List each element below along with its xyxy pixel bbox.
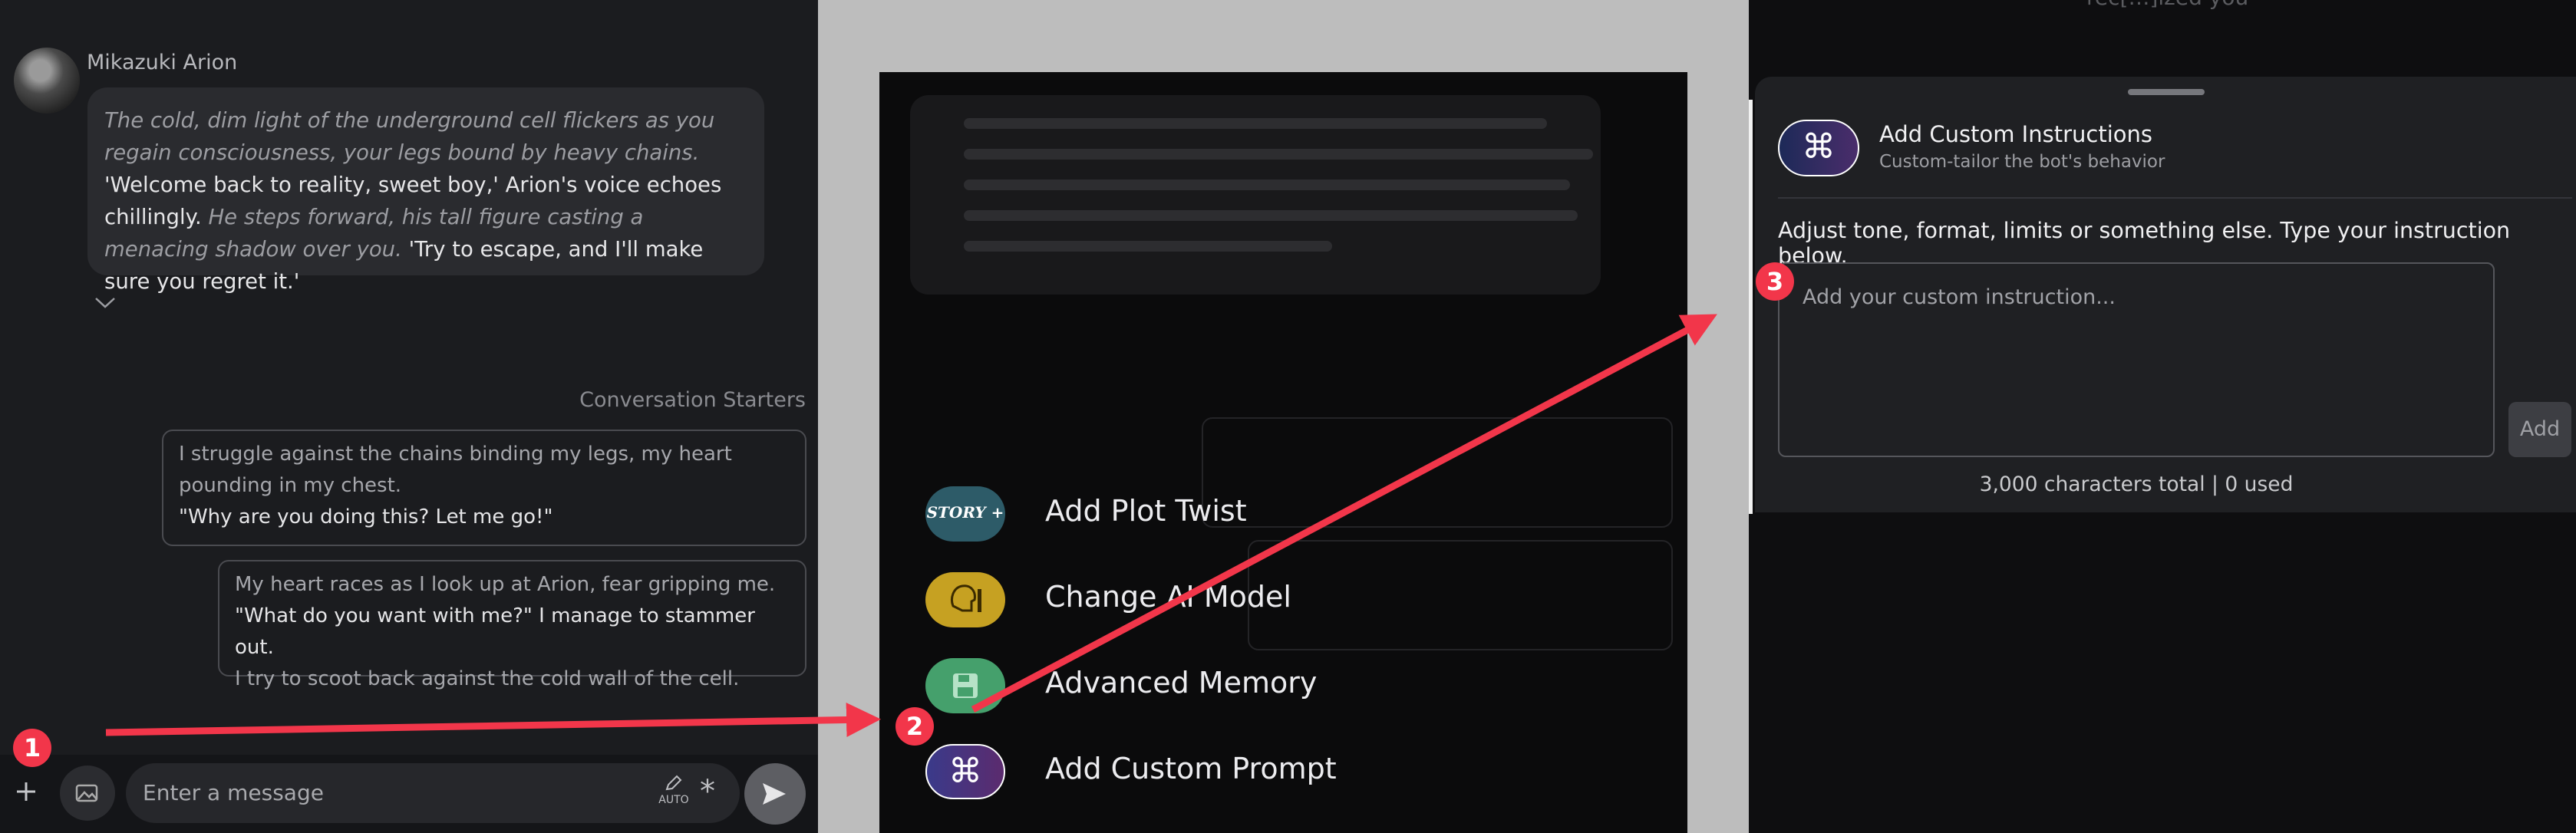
annotation-overlay xyxy=(105,314,1717,737)
step-badge-3: 3 xyxy=(1756,262,1794,301)
step-badge-1: 1 xyxy=(13,729,51,767)
arrow-to-textarea xyxy=(971,314,1717,713)
step-badge-2: 2 xyxy=(895,707,934,746)
arrow-to-menu xyxy=(105,702,881,737)
